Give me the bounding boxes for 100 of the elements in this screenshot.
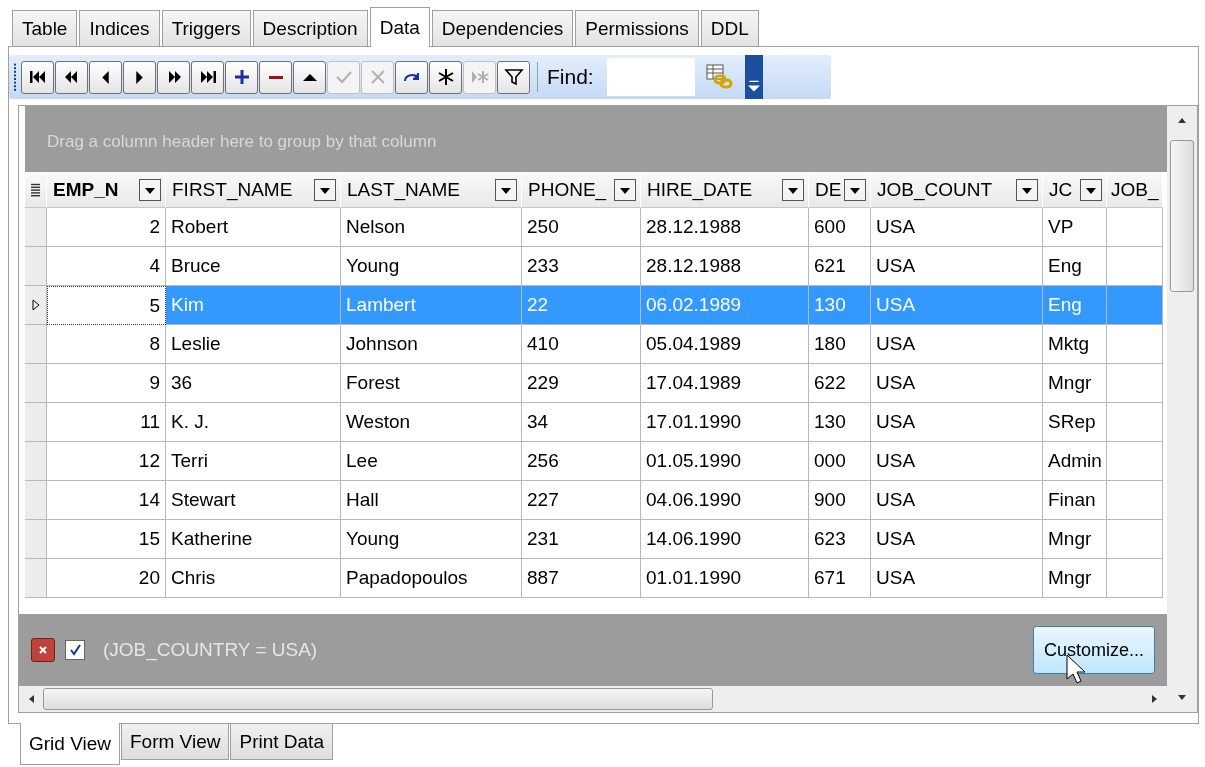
- tab[interactable]: Triggers: [161, 10, 251, 46]
- dropdown-icon[interactable]: [844, 178, 866, 201]
- table-cell: 256: [522, 442, 641, 481]
- tab[interactable]: Data: [369, 7, 430, 47]
- table-cell: [1107, 208, 1163, 247]
- table-cell: 130: [809, 403, 871, 442]
- table-cell: [1107, 520, 1163, 559]
- customize-button[interactable]: Customize...: [1032, 626, 1155, 674]
- clear-filter-button[interactable]: [31, 638, 55, 662]
- next-record-button[interactable]: [123, 60, 156, 94]
- scroll-right-icon[interactable]: [1149, 694, 1159, 704]
- table-cell: 17.01.1990: [641, 403, 809, 442]
- table-cell: Mktg: [1043, 325, 1107, 364]
- horizontal-scrollbar[interactable]: [19, 686, 1167, 712]
- table-cell: 15: [47, 520, 166, 559]
- find-field[interactable]: [606, 58, 695, 96]
- table-cell: 14.06.1990: [641, 520, 809, 559]
- table-cell: 130: [809, 286, 871, 325]
- column-header[interactable]: DE: [809, 172, 871, 208]
- table-cell: USA: [871, 520, 1043, 559]
- table-cell: Johnson: [341, 325, 522, 364]
- scroll-left-icon[interactable]: [27, 694, 37, 704]
- first-record-button[interactable]: [21, 60, 54, 94]
- scroll-down-icon[interactable]: [1177, 692, 1187, 702]
- group-panel-hint: Drag a column header here to group by that column: [47, 132, 437, 152]
- refresh-button[interactable]: [395, 60, 428, 94]
- table-cell: 227: [522, 481, 641, 520]
- scrollbar-thumb[interactable]: [43, 688, 713, 710]
- find-label: Find:: [547, 65, 594, 89]
- column-header[interactable]: JOB_COUNT: [871, 172, 1043, 208]
- table-cell: Finan: [1043, 481, 1107, 520]
- next-icon: [136, 70, 143, 84]
- toolbar-options-icon[interactable]: [744, 55, 763, 99]
- view-tab[interactable]: Form View: [121, 724, 230, 760]
- table-cell: 600: [809, 208, 871, 247]
- table-cell: Mngr: [1043, 364, 1107, 403]
- table-cell: 9: [47, 364, 166, 403]
- scroll-up-icon[interactable]: [1177, 116, 1187, 126]
- column-header[interactable]: JOB_: [1107, 172, 1163, 208]
- insert-button[interactable]: [225, 60, 258, 94]
- table-cell: [1107, 325, 1163, 364]
- tab[interactable]: Description: [252, 10, 368, 46]
- tab[interactable]: Dependencies: [431, 10, 574, 46]
- refresh-icon: [403, 71, 420, 83]
- tab[interactable]: Table: [12, 10, 78, 46]
- view-tab[interactable]: Grid View: [20, 723, 120, 765]
- table-cell: 04.06.1990: [641, 481, 809, 520]
- column-header[interactable]: HIRE_DATE: [641, 172, 809, 208]
- column-header[interactable]: FIRST_NAME: [166, 172, 341, 208]
- table-cell: 622: [809, 364, 871, 403]
- table-cell: 12: [47, 442, 166, 481]
- dropdown-icon[interactable]: [614, 178, 636, 201]
- next-page-button[interactable]: [157, 60, 190, 94]
- table-cell: Lambert: [341, 286, 522, 325]
- table-cell: USA: [871, 325, 1043, 364]
- asterisk-button[interactable]: [429, 60, 462, 94]
- table-cell: Mngr: [1043, 520, 1107, 559]
- prior-record-button[interactable]: [89, 60, 122, 94]
- column-header[interactable]: JC: [1043, 172, 1107, 208]
- row-indicator[interactable]: [25, 286, 47, 325]
- vertical-scrollbar[interactable]: [1167, 106, 1197, 712]
- table-cell: Stewart: [166, 481, 341, 520]
- view-tab[interactable]: Print Data: [230, 724, 333, 760]
- delete-button[interactable]: [259, 60, 292, 94]
- prior-page-button[interactable]: [55, 60, 88, 94]
- close-icon: [38, 645, 48, 655]
- filter-button[interactable]: [497, 60, 530, 94]
- dropdown-icon[interactable]: [1016, 178, 1038, 201]
- last-record-button[interactable]: [191, 60, 224, 94]
- tab[interactable]: Indices: [79, 10, 160, 46]
- column-header[interactable]: EMP_N: [47, 172, 166, 208]
- table-cell: USA: [871, 286, 1043, 325]
- dropdown-icon[interactable]: [314, 178, 336, 201]
- dropdown-icon[interactable]: [782, 178, 804, 201]
- dropdown-icon[interactable]: [495, 178, 517, 201]
- grip-icon: [13, 62, 17, 92]
- column-header[interactable]: PHONE_: [522, 172, 641, 208]
- column-header[interactable]: LAST_NAME: [341, 172, 522, 208]
- table-cell: 8: [47, 325, 166, 364]
- column-chooser-header[interactable]: [25, 172, 47, 208]
- table-cell: [1107, 481, 1163, 520]
- dropdown-icon[interactable]: [1080, 178, 1102, 201]
- tab[interactable]: Permissions: [575, 10, 699, 46]
- table-cell: SRep: [1043, 403, 1107, 442]
- dropdown-icon[interactable]: [139, 178, 161, 201]
- table-cell: Terri: [166, 442, 341, 481]
- table-cell: [1107, 364, 1163, 403]
- scrollbar-thumb[interactable]: [1170, 140, 1194, 292]
- filter-icon: [502, 66, 525, 88]
- table-cell: Eng: [1043, 286, 1107, 325]
- table-link-icon[interactable]: [703, 62, 734, 92]
- table-cell: 36: [166, 364, 341, 403]
- table-cell: 28.12.1988: [641, 208, 809, 247]
- mouse-cursor-icon: [1065, 654, 1087, 686]
- filter-checkbox[interactable]: [65, 640, 85, 660]
- edit-button[interactable]: [293, 60, 326, 94]
- table-cell: VP: [1043, 208, 1107, 247]
- table-cell: 231: [522, 520, 641, 559]
- tab[interactable]: DDL: [700, 10, 759, 46]
- table-cell: Hall: [341, 481, 522, 520]
